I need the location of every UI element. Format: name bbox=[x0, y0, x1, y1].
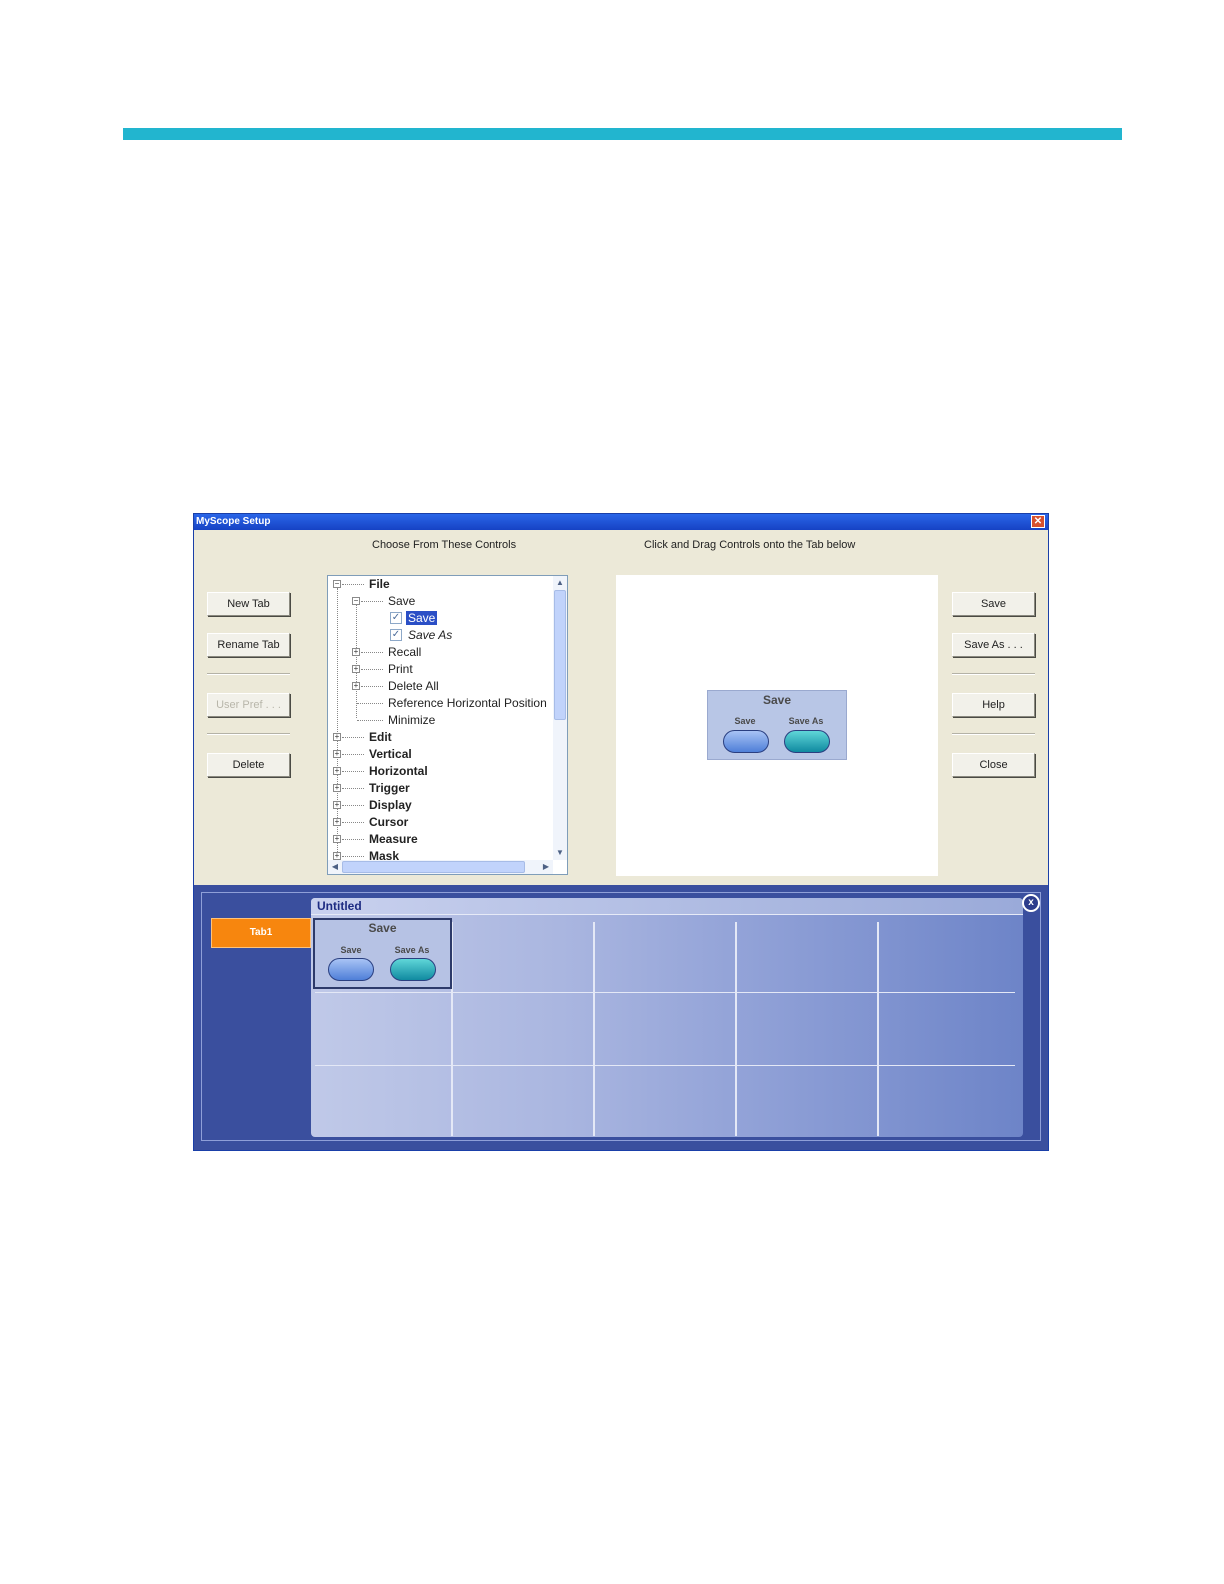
save-control-button[interactable] bbox=[328, 958, 374, 981]
save-button[interactable]: Save bbox=[952, 592, 1035, 616]
window-titlebar[interactable]: MyScope Setup ✕ bbox=[194, 514, 1048, 530]
close-button[interactable]: Close bbox=[952, 753, 1035, 777]
placed-save-group[interactable]: Save Save Save As bbox=[313, 918, 452, 989]
expand-icon[interactable]: + bbox=[333, 767, 341, 775]
save-as-control-button[interactable] bbox=[390, 958, 436, 981]
expand-icon[interactable]: + bbox=[352, 665, 360, 673]
control-preview-canvas[interactable]: Save Save Save As bbox=[616, 575, 938, 876]
expand-icon[interactable]: + bbox=[333, 852, 341, 860]
controls-tree[interactable]: − File − Save ✓ Save ✓ Save As + Recall … bbox=[327, 575, 568, 875]
save-control-group[interactable]: Save Save Save As bbox=[707, 690, 847, 760]
collapse-icon[interactable]: − bbox=[352, 597, 360, 605]
myscope-setup-window: MyScope Setup ✕ Choose From These Contro… bbox=[193, 513, 1049, 1151]
panel-title: Untitled bbox=[311, 898, 1023, 915]
expand-icon[interactable]: + bbox=[333, 818, 341, 826]
save-as-control-button[interactable] bbox=[784, 730, 830, 753]
help-button[interactable]: Help bbox=[952, 693, 1035, 717]
expand-icon[interactable]: + bbox=[333, 733, 341, 741]
setup-body: Choose From These Controls Click and Dra… bbox=[194, 530, 1048, 885]
check-icon[interactable]: ✓ bbox=[390, 629, 402, 641]
tree-item-ref-horizontal[interactable]: Reference Horizontal Position bbox=[388, 695, 547, 712]
expand-icon[interactable]: + bbox=[352, 682, 360, 690]
tree-item-save-as[interactable]: Save As bbox=[408, 627, 452, 644]
right-separator bbox=[952, 673, 1035, 675]
scroll-up-icon[interactable]: ▲ bbox=[553, 576, 567, 590]
tree-item-file[interactable]: File bbox=[369, 576, 390, 593]
grid-line bbox=[315, 1065, 1015, 1066]
grid-line bbox=[735, 922, 737, 1136]
expand-icon[interactable]: + bbox=[333, 801, 341, 809]
tab1-button[interactable]: Tab1 bbox=[211, 918, 311, 948]
expand-icon[interactable]: + bbox=[333, 784, 341, 792]
control-label: Save bbox=[340, 945, 362, 955]
tree-item-horizontal[interactable]: Horizontal bbox=[369, 763, 428, 780]
expand-icon[interactable]: + bbox=[333, 750, 341, 758]
tree-item-delete-all[interactable]: Delete All bbox=[388, 678, 439, 695]
tab-design-area: Tab1 Untitled Save Save Save As x bbox=[194, 885, 1048, 1150]
tree-item-display[interactable]: Display bbox=[369, 797, 412, 814]
tab-panel[interactable]: Untitled Save Save Save As bbox=[311, 898, 1023, 1137]
control-label: Save As bbox=[394, 945, 430, 955]
expand-icon[interactable]: + bbox=[352, 648, 360, 656]
tree-item-cursor[interactable]: Cursor bbox=[369, 814, 408, 831]
scroll-right-icon[interactable]: ▶ bbox=[539, 860, 553, 874]
right-separator bbox=[952, 733, 1035, 735]
tree-item-vertical[interactable]: Vertical bbox=[369, 746, 412, 763]
delete-button[interactable]: Delete bbox=[207, 753, 290, 777]
tree-horizontal-scrollbar[interactable]: ◀ ▶ bbox=[328, 860, 553, 874]
save-as-button[interactable]: Save As . . . bbox=[952, 633, 1035, 657]
control-label: Save As bbox=[788, 716, 824, 726]
choose-controls-header: Choose From These Controls bbox=[372, 539, 517, 551]
tree-item-trigger[interactable]: Trigger bbox=[369, 780, 410, 797]
check-icon[interactable]: ✓ bbox=[390, 612, 402, 624]
tree-item-recall[interactable]: Recall bbox=[388, 644, 421, 661]
grid-line bbox=[877, 922, 879, 1136]
group-title: Save bbox=[368, 921, 397, 935]
tree-item-print[interactable]: Print bbox=[388, 661, 413, 678]
rename-tab-button[interactable]: Rename Tab bbox=[207, 633, 290, 657]
tree-item-edit[interactable]: Edit bbox=[369, 729, 392, 746]
tree-item-minimize[interactable]: Minimize bbox=[388, 712, 435, 729]
grid-line bbox=[315, 992, 1015, 993]
user-pref-button[interactable]: User Pref . . . bbox=[207, 693, 290, 717]
control-label: Save bbox=[734, 716, 756, 726]
left-separator bbox=[207, 733, 290, 735]
expand-icon[interactable]: + bbox=[333, 835, 341, 843]
header-accent-bar bbox=[123, 128, 1122, 140]
close-tab-icon[interactable]: x bbox=[1022, 894, 1040, 912]
group-title: Save bbox=[762, 693, 792, 707]
scroll-left-icon[interactable]: ◀ bbox=[328, 860, 342, 874]
drag-controls-header: Click and Drag Controls onto the Tab bel… bbox=[644, 539, 856, 551]
tree-item-measure[interactable]: Measure bbox=[369, 831, 418, 848]
tree-item-save-group[interactable]: Save bbox=[388, 593, 415, 610]
scroll-down-icon[interactable]: ▼ bbox=[553, 846, 567, 860]
save-control-button[interactable] bbox=[723, 730, 769, 753]
scroll-thumb[interactable] bbox=[554, 590, 566, 720]
tree-item-save[interactable]: Save bbox=[406, 610, 438, 627]
window-close-icon[interactable]: ✕ bbox=[1031, 515, 1045, 528]
window-title: MyScope Setup bbox=[196, 516, 271, 527]
grid-line bbox=[593, 922, 595, 1136]
tree-vertical-scrollbar[interactable]: ▲ ▼ bbox=[553, 576, 567, 860]
left-separator bbox=[207, 673, 290, 675]
scroll-thumb[interactable] bbox=[342, 861, 525, 873]
collapse-icon[interactable]: − bbox=[333, 580, 341, 588]
new-tab-button[interactable]: New Tab bbox=[207, 592, 290, 616]
